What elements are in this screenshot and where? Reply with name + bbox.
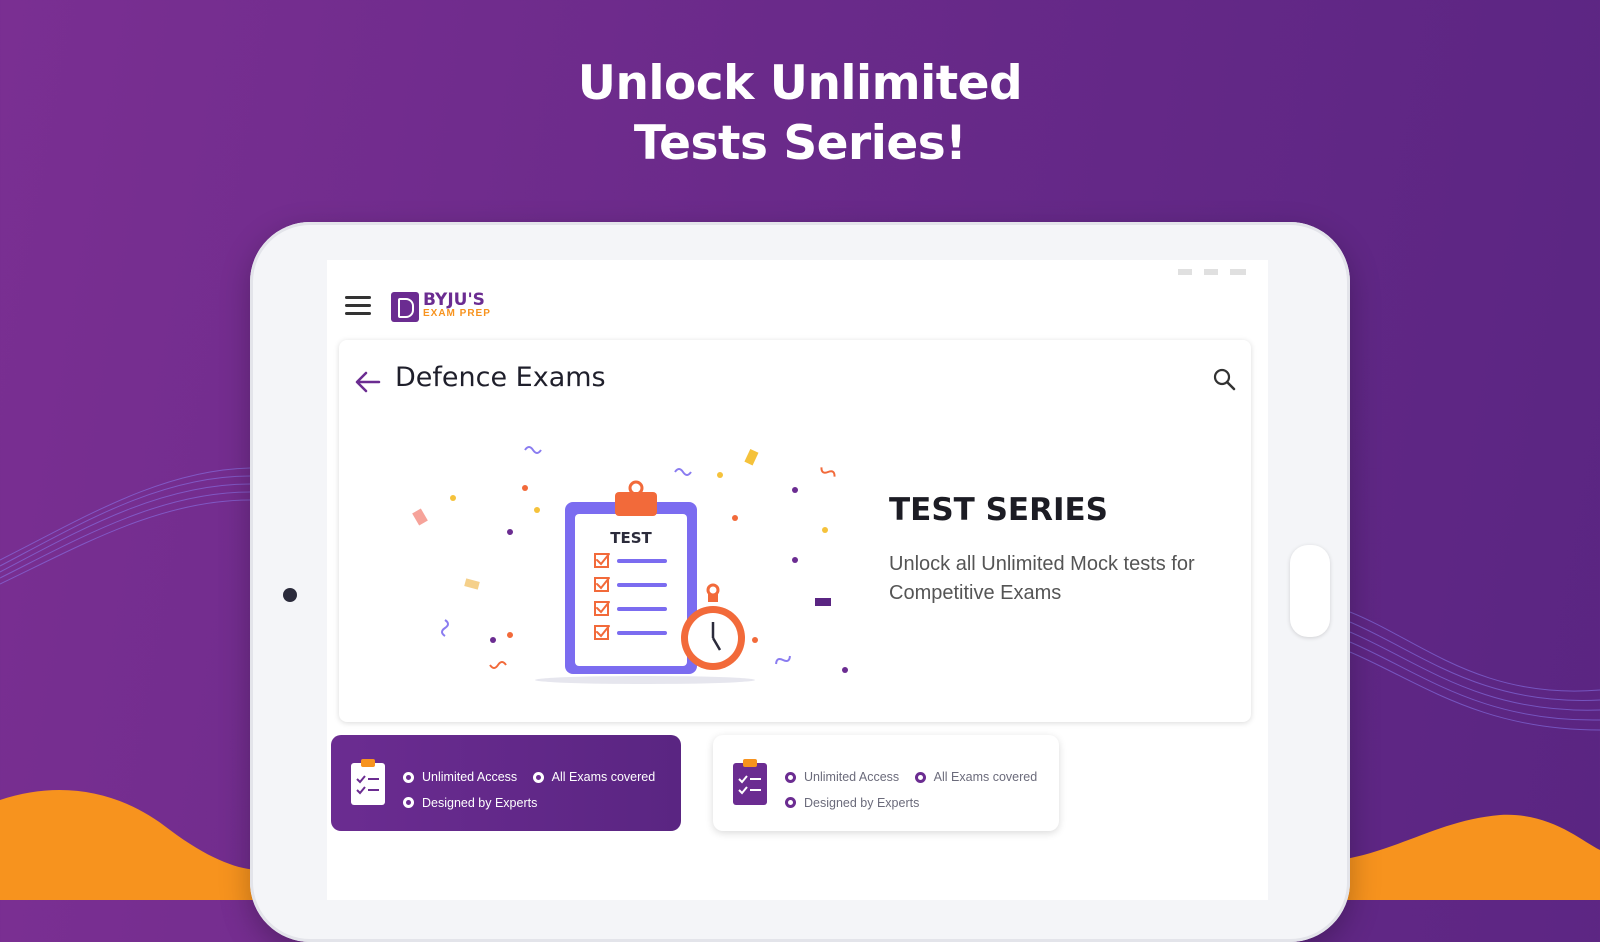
logo-brand: BYJU'S — [423, 290, 485, 310]
check-dot-icon — [403, 797, 414, 808]
test-series-description: Unlock all Unlimited Mock tests for Comp… — [889, 553, 1195, 604]
clipboard-icon — [351, 759, 385, 805]
feature-item: All Exams covered — [914, 765, 1037, 789]
test-series-title: TEST SERIES — [889, 492, 1108, 528]
check-dot-icon — [532, 771, 544, 783]
search-icon[interactable] — [1211, 366, 1239, 394]
back-arrow-icon[interactable] — [353, 370, 383, 394]
feature-item: All Exams covered — [532, 765, 655, 789]
check-dot-icon — [785, 797, 796, 808]
check-dot-icon — [403, 771, 414, 783]
clipboard-label: TEST — [610, 529, 652, 547]
plan-features: Unlimited Access All Exams covered Desig… — [785, 765, 1049, 816]
headline-line-1: Unlock Unlimited — [577, 56, 1023, 111]
test-clipboard-illustration: TEST — [412, 446, 848, 684]
app-screen: BYJU'S EXAM PREP Defence Exams TEST TEST… — [327, 260, 1268, 900]
page-title: Defence Exams — [395, 362, 606, 393]
status-icons — [1178, 269, 1246, 275]
headline-line-2: Tests Series! — [633, 116, 967, 171]
check-dot-icon — [914, 771, 926, 783]
check-dot-icon — [785, 771, 796, 783]
logo-mark-icon — [391, 292, 419, 322]
promo-headline: Unlock Unlimited Tests Series! — [0, 54, 1600, 174]
tablet-home-button — [1290, 545, 1330, 637]
plan-features: Unlimited Access All Exams covered Desig… — [403, 765, 667, 816]
logo-sub: EXAM PREP — [423, 308, 491, 319]
byjus-logo: BYJU'S EXAM PREP — [391, 290, 491, 324]
app-bar: BYJU'S EXAM PREP — [327, 282, 1268, 332]
status-bar — [327, 260, 1268, 282]
tablet-camera — [283, 588, 297, 602]
hamburger-icon[interactable] — [345, 296, 371, 316]
feature-item: Designed by Experts — [785, 791, 919, 815]
test-series-card: Defence Exams TEST TEST SERIES Unlock al… — [339, 340, 1251, 722]
plan-card-selected[interactable]: Unlimited Access All Exams covered Desig… — [331, 735, 681, 831]
feature-item: Unlimited Access — [403, 765, 517, 789]
feature-item: Unlimited Access — [785, 765, 899, 789]
clipboard-icon — [733, 759, 767, 805]
plan-card-unselected[interactable]: Unlimited Access All Exams covered Desig… — [713, 735, 1059, 831]
feature-item: Designed by Experts — [403, 791, 537, 815]
